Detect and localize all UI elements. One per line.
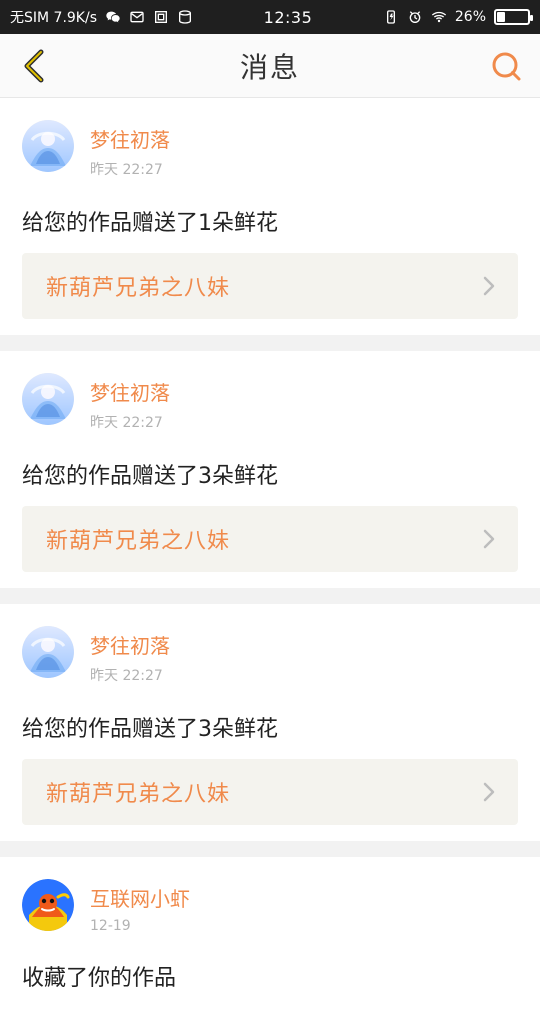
message-text: 收藏了你的作品 bbox=[22, 966, 177, 991]
status-left: 无SIM 7.9K/s bbox=[10, 7, 193, 27]
message-meta: 梦往初落 昨天 22:27 bbox=[90, 626, 170, 685]
chevron-right-icon bbox=[478, 781, 500, 803]
charging-icon bbox=[383, 9, 399, 25]
message-card[interactable]: 梦往初落 昨天 22:27 给您的作品赠送了3朵鲜花 新葫芦兄弟之八妹 bbox=[0, 604, 540, 841]
storage-icon bbox=[177, 9, 193, 25]
sender-name[interactable]: 梦往初落 bbox=[90, 630, 170, 659]
work-title: 新葫芦兄弟之八妹 bbox=[46, 782, 231, 807]
status-right: 26% bbox=[383, 9, 533, 25]
work-title: 新葫芦兄弟之八妹 bbox=[46, 276, 231, 301]
message-card[interactable]: 梦往初落 昨天 22:27 给您的作品赠送了1朵鲜花 新葫芦兄弟之八妹 bbox=[0, 98, 540, 335]
alarm-icon bbox=[407, 9, 423, 25]
carrier-net-text: 无SIM 7.9K/s bbox=[10, 10, 98, 26]
message-header: 梦往初落 昨天 22:27 bbox=[22, 373, 518, 432]
avatar-dream-image bbox=[22, 626, 74, 678]
avatar[interactable] bbox=[22, 373, 74, 425]
avatar-dream-image bbox=[22, 373, 74, 425]
battery-fill bbox=[497, 12, 506, 22]
message-list: 梦往初落 昨天 22:27 给您的作品赠送了1朵鲜花 新葫芦兄弟之八妹 梦往初落… bbox=[0, 98, 540, 1024]
top-app-bar: 消息 bbox=[0, 34, 540, 98]
message-header: 梦往初落 昨天 22:27 bbox=[22, 626, 518, 685]
sender-name[interactable]: 梦往初落 bbox=[90, 124, 170, 153]
avatar[interactable] bbox=[22, 120, 74, 172]
avatar-shrimp-image bbox=[22, 879, 74, 931]
sender-name[interactable]: 梦往初落 bbox=[90, 377, 170, 406]
message-header: 梦往初落 昨天 22:27 bbox=[22, 120, 518, 179]
wifi-icon bbox=[431, 9, 447, 25]
work-link[interactable]: 新葫芦兄弟之八妹 bbox=[22, 506, 518, 572]
search-button[interactable] bbox=[484, 44, 528, 88]
timestamp: 昨天 22:27 bbox=[90, 668, 163, 684]
message-card[interactable]: 梦往初落 昨天 22:27 给您的作品赠送了3朵鲜花 新葫芦兄弟之八妹 bbox=[0, 351, 540, 588]
wechat-icon bbox=[105, 9, 121, 25]
timestamp: 12-19 bbox=[90, 918, 131, 934]
message-text: 给您的作品赠送了3朵鲜花 bbox=[22, 717, 278, 742]
message-card[interactable]: 互联网小虾 12-19 收藏了你的作品 bbox=[0, 857, 540, 1024]
battery-icon bbox=[494, 9, 533, 25]
back-chevron-icon bbox=[24, 49, 44, 82]
message-meta: 梦往初落 昨天 22:27 bbox=[90, 120, 170, 179]
work-title: 新葫芦兄弟之八妹 bbox=[46, 529, 231, 554]
message-text: 给您的作品赠送了3朵鲜花 bbox=[22, 464, 278, 489]
search-icon bbox=[492, 52, 521, 80]
message-header: 互联网小虾 12-19 bbox=[22, 879, 518, 934]
screenshot-icon bbox=[153, 9, 169, 25]
status-bar: 无SIM 7.9K/s 12:35 26% bbox=[0, 0, 540, 34]
back-button[interactable] bbox=[12, 44, 56, 88]
mail-icon bbox=[129, 9, 145, 25]
chevron-right-icon bbox=[478, 275, 500, 297]
timestamp: 昨天 22:27 bbox=[90, 162, 163, 178]
message-meta: 梦往初落 昨天 22:27 bbox=[90, 373, 170, 432]
page-title: 消息 bbox=[239, 50, 300, 84]
battery-percent: 26% bbox=[454, 9, 486, 25]
sender-name[interactable]: 互联网小虾 bbox=[90, 883, 190, 912]
timestamp: 昨天 22:27 bbox=[90, 415, 163, 431]
message-meta: 互联网小虾 12-19 bbox=[90, 879, 190, 934]
avatar[interactable] bbox=[22, 879, 74, 931]
avatar-dream-image bbox=[22, 120, 74, 172]
status-time: 12:35 bbox=[263, 7, 313, 27]
chevron-right-icon bbox=[478, 528, 500, 550]
work-link[interactable]: 新葫芦兄弟之八妹 bbox=[22, 253, 518, 319]
work-link[interactable]: 新葫芦兄弟之八妹 bbox=[22, 759, 518, 825]
message-text: 给您的作品赠送了1朵鲜花 bbox=[22, 211, 278, 236]
avatar[interactable] bbox=[22, 626, 74, 678]
